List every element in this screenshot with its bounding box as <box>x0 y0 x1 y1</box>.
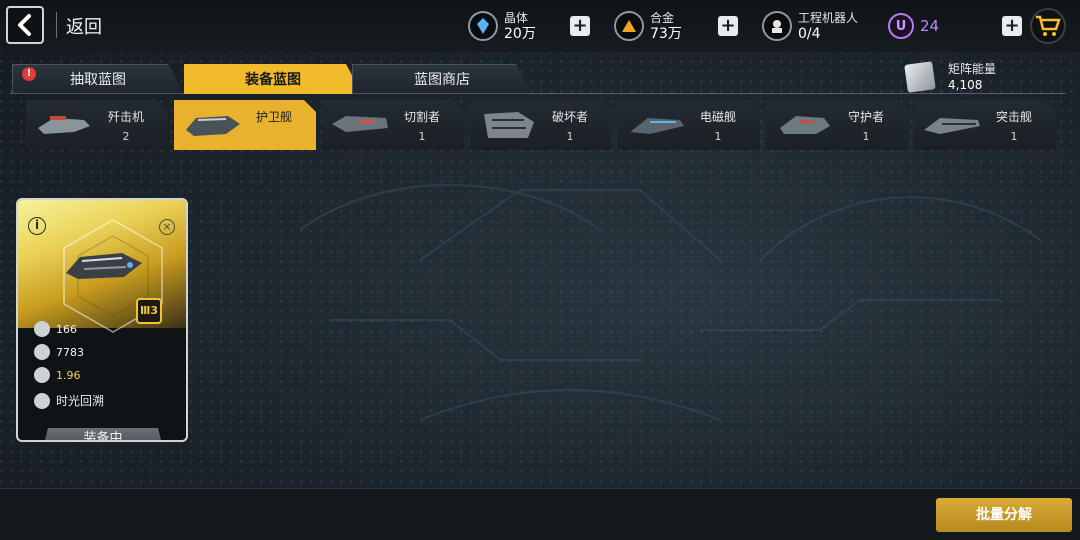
frigate-ship-image <box>66 253 142 279</box>
speed-stat: 1.96 <box>34 366 81 384</box>
fighter-ship-icon <box>34 108 94 142</box>
bottom-bar <box>0 488 1080 540</box>
top-bar <box>0 0 1080 52</box>
ship-class-guardian[interactable]: 守护者 1 <box>766 100 908 150</box>
attack-stat: 166 <box>34 320 77 338</box>
close-icon[interactable]: × <box>159 219 175 235</box>
ship-class-name: 护卫舰 <box>255 110 292 124</box>
tab-equip-blueprint[interactable]: 装备蓝图 <box>184 64 362 94</box>
ship-class-count: 1 <box>418 130 426 143</box>
destroyer-ship-icon <box>478 108 538 142</box>
chevron-left-icon <box>18 14 31 36</box>
speed-value: 1.96 <box>56 368 81 382</box>
ship-class-name: 守护者 <box>847 110 884 124</box>
shop-cart-button[interactable] <box>1030 8 1066 44</box>
matrix-energy: 矩阵能量 4,108 <box>904 60 997 94</box>
attack-icon <box>34 321 50 337</box>
matrix-energy-value: 4,108 <box>948 78 983 92</box>
premium-currency-icon: U <box>888 13 914 39</box>
ship-class-name: 突击舰 <box>995 110 1032 124</box>
ship-class-frigate[interactable]: 护卫舰 <box>174 100 316 150</box>
add-alloy-button[interactable]: + <box>718 16 738 36</box>
resource-alloy: 合金 73万 <box>614 8 682 44</box>
ship-class-count: 2 <box>122 130 130 143</box>
ship-class-name: 切割者 <box>403 110 440 124</box>
tab-extract-blueprint[interactable]: 抽取蓝图 <box>12 64 184 94</box>
ship-class-name: 破坏者 <box>551 110 588 124</box>
tab-blueprint-shop[interactable]: 蓝图商店 <box>352 64 532 94</box>
robot-icon <box>762 11 792 41</box>
resource-name: 晶体 <box>504 11 529 25</box>
ship-class-row: 歼击机 2 护卫舰 切割者 1 破坏者 1 电磁舰 1 守护者 1 突击舰 1 <box>26 100 1080 150</box>
resource-crystal: 晶体 20万 <box>468 8 536 44</box>
alert-icon: ! <box>22 67 36 81</box>
info-icon[interactable]: i <box>28 217 46 235</box>
add-premium-button[interactable]: + <box>1002 16 1022 36</box>
tab-label: 蓝图商店 <box>414 72 470 88</box>
attack-value: 166 <box>56 322 77 336</box>
skill: 时光回溯 <box>34 392 104 409</box>
ship-class-emp[interactable]: 电磁舰 1 <box>618 100 760 150</box>
skill-name: 时光回溯 <box>56 394 105 408</box>
premium-currency-value: 24 <box>920 17 940 35</box>
resource-name: 合金 <box>650 11 675 25</box>
crystal-icon <box>468 11 498 41</box>
cart-icon <box>1036 15 1061 36</box>
tab-label: 装备蓝图 <box>245 72 301 88</box>
assault-ship-icon <box>922 108 982 142</box>
bulk-decompose-button[interactable]: 批量分解 <box>936 498 1072 532</box>
header-divider <box>56 12 57 38</box>
resource-robot: 工程机器人 0/4 <box>762 8 858 44</box>
back-button[interactable] <box>6 6 44 44</box>
add-crystal-button[interactable]: + <box>570 16 590 36</box>
armor-stat: 7783 <box>34 343 84 361</box>
frigate-ship-icon <box>182 108 242 142</box>
skill-icon <box>34 392 50 409</box>
emp-ship-icon <box>626 108 686 142</box>
cutter-ship-icon <box>330 108 390 142</box>
back-label[interactable]: 返回 <box>66 13 102 39</box>
bulk-decompose-label: 批量分解 <box>976 507 1032 523</box>
ship-class-name: 电磁舰 <box>699 110 736 124</box>
armor-value: 7783 <box>56 345 84 359</box>
ship-class-count: 1 <box>714 130 722 143</box>
guardian-ship-icon <box>774 108 834 142</box>
cube-icon <box>904 61 936 93</box>
ship-class-count: 1 <box>566 130 574 143</box>
rank-badge: Ⅲ3 <box>136 298 162 324</box>
speed-icon <box>34 367 50 383</box>
ship-class-fighter[interactable]: 歼击机 2 <box>26 100 168 150</box>
ship-class-count: 1 <box>862 130 870 143</box>
resource-value: 73万 <box>650 26 682 42</box>
resource-value: 0/4 <box>798 26 821 42</box>
armor-icon <box>34 344 50 360</box>
ship-class-count: 1 <box>1010 130 1018 143</box>
equipped-label: 装备中 <box>83 431 123 442</box>
tab-label: 抽取蓝图 <box>70 72 126 88</box>
alloy-icon <box>614 11 644 41</box>
equipped-button[interactable]: 装备中 <box>42 428 164 442</box>
ship-class-assault[interactable]: 突击舰 1 <box>914 100 1056 150</box>
ship-class-destroyer[interactable]: 破坏者 1 <box>470 100 612 150</box>
matrix-energy-label: 矩阵能量 <box>948 62 997 76</box>
ship-class-cutter[interactable]: 切割者 1 <box>322 100 464 150</box>
ship-class-name: 歼击机 <box>107 110 144 124</box>
resource-name: 工程机器人 <box>798 11 859 25</box>
resource-value: 20万 <box>504 26 536 42</box>
blueprint-card[interactable]: i × Ⅲ3 166 7783 1.96 时光回溯 装备中 <box>16 198 188 442</box>
